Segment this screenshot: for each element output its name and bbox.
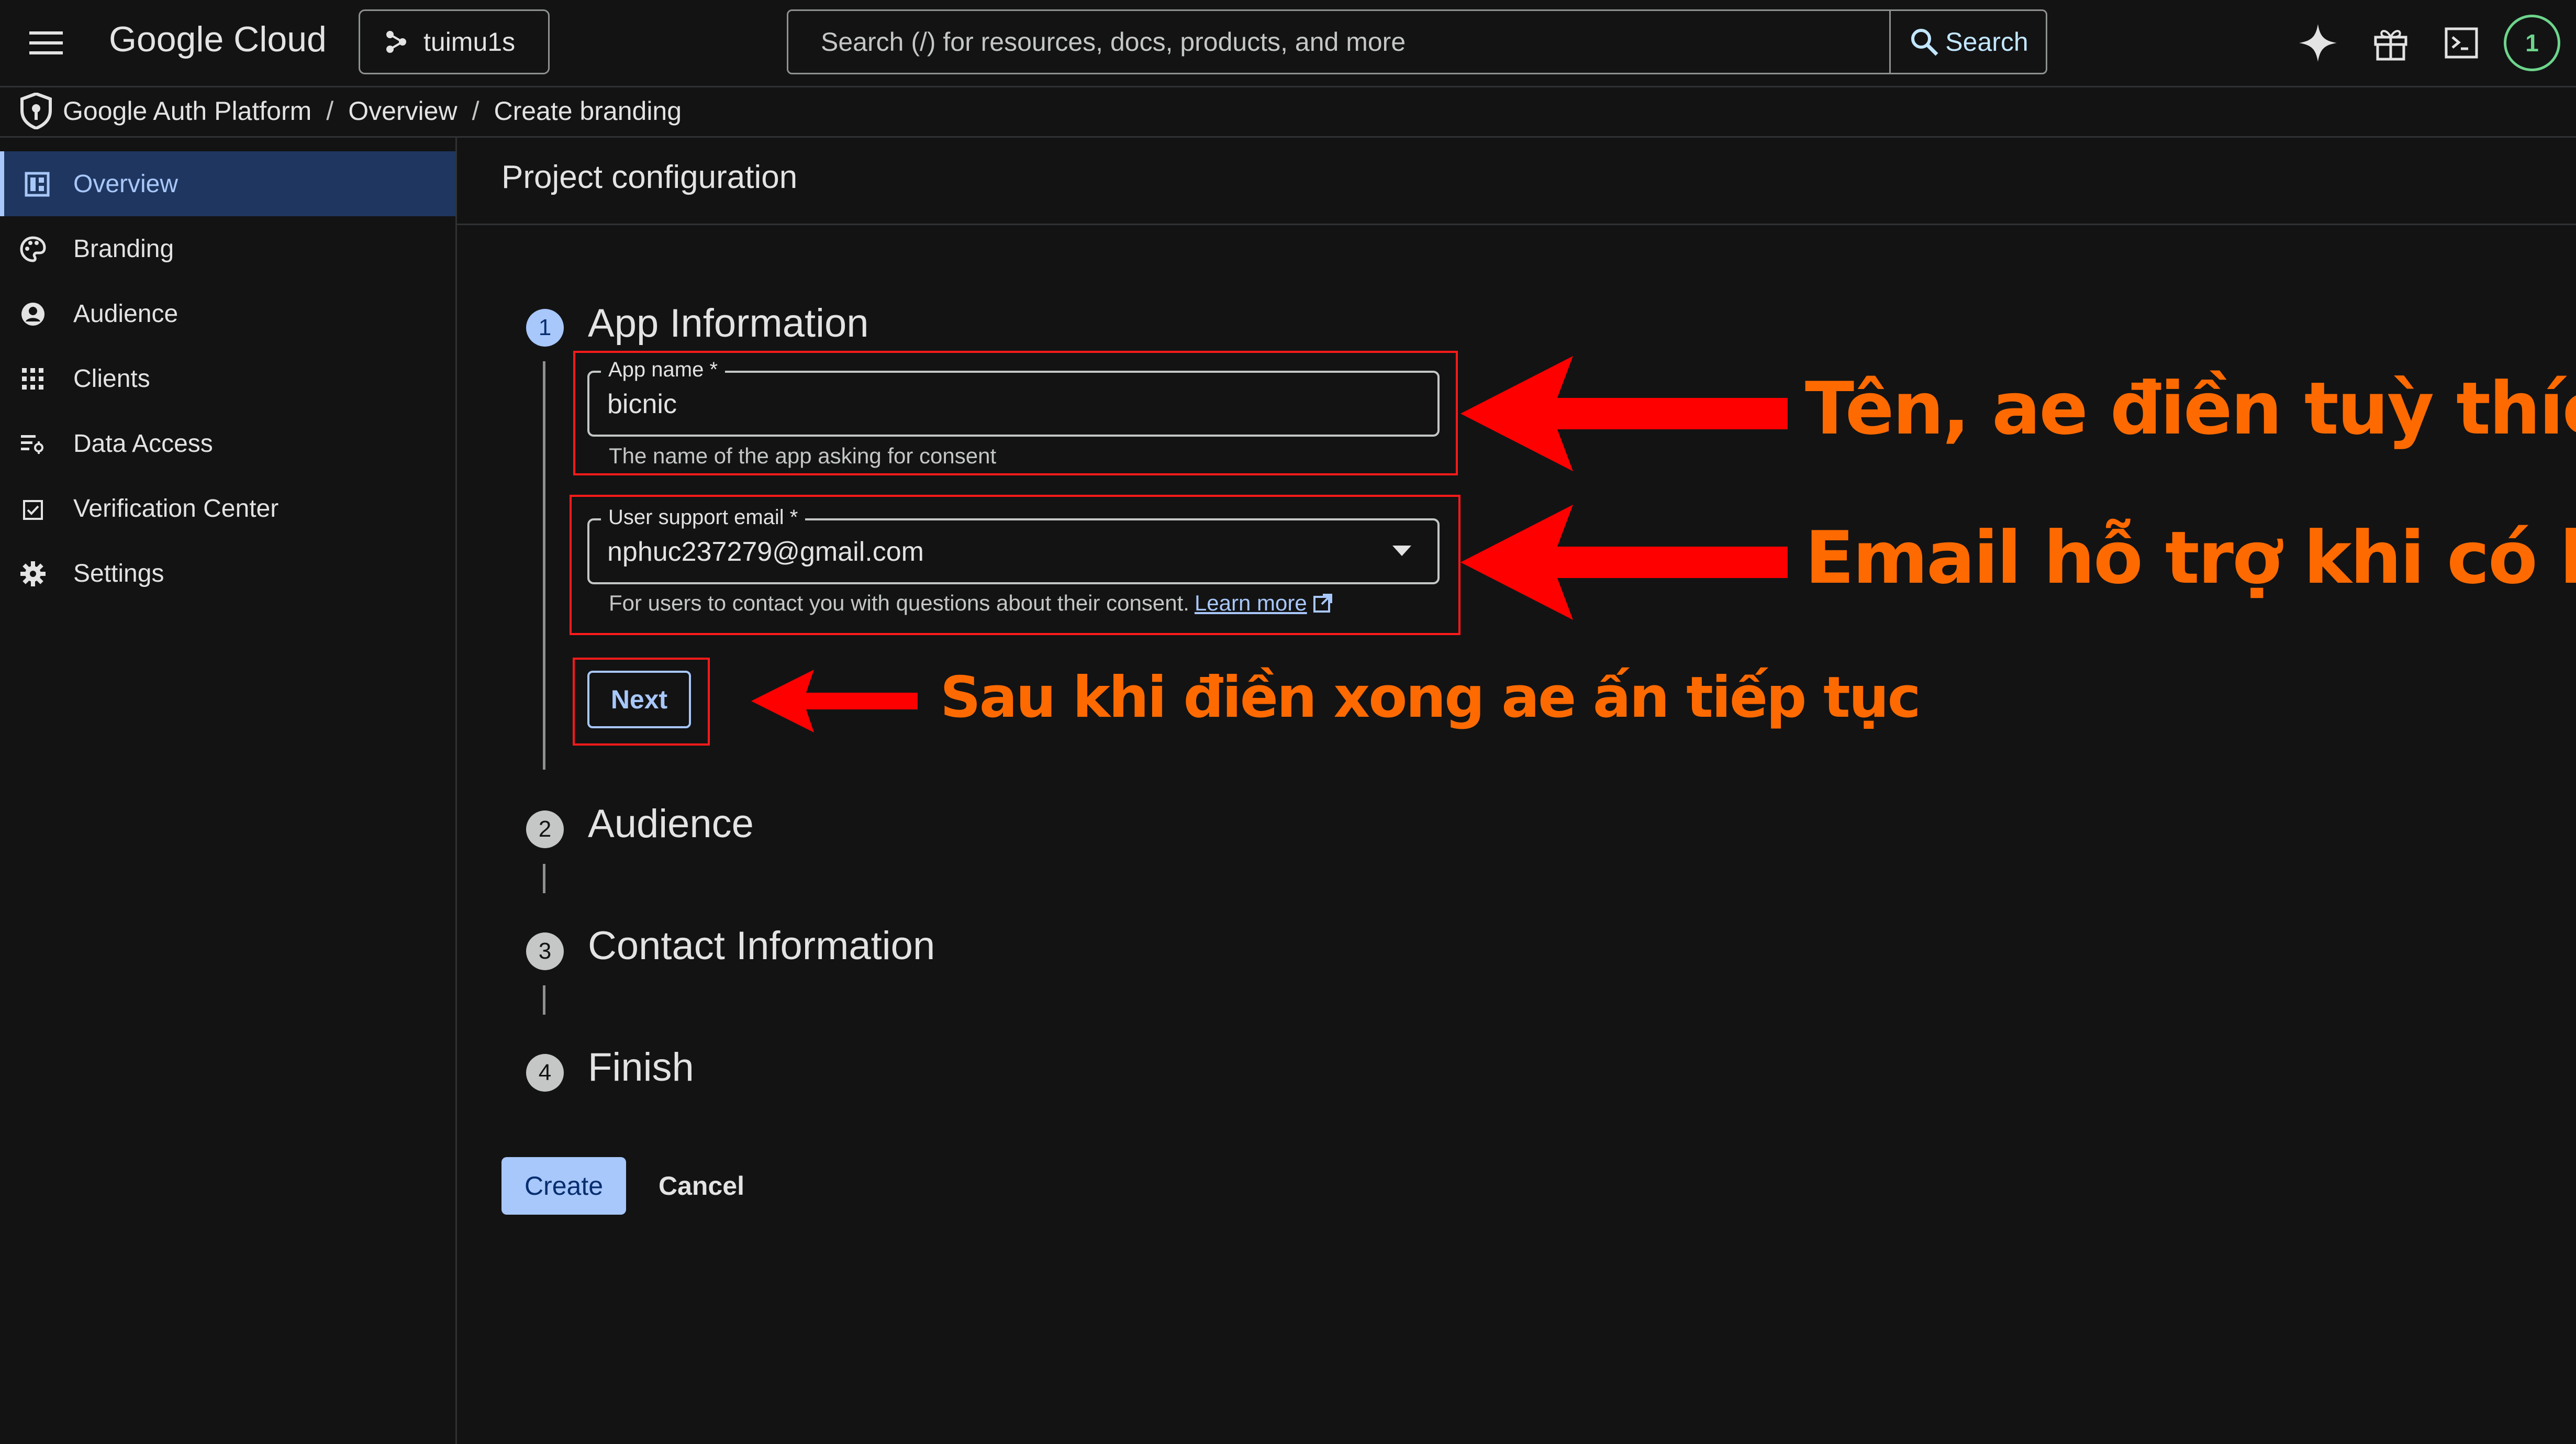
highlight-box-app-name [573,351,1458,475]
gemini-sparkle-icon[interactable] [2297,22,2339,64]
cloud-shell-icon[interactable] [2440,22,2482,64]
search-icon [1910,27,1939,57]
create-button[interactable]: Create [501,1157,626,1215]
sidebar-item-label: Data Access [73,429,213,458]
sidebar-item-label: Overview [73,170,179,198]
search-button-label: Search [1945,27,2028,57]
palette-icon [20,236,46,262]
verified-icon [20,496,46,522]
step-title-contact-information[interactable]: Contact Information [588,923,935,969]
step-title-audience[interactable]: Audience [588,801,754,847]
top-bar: Google Cloud tuimu1s Search (/) for reso… [0,0,2576,87]
search-input[interactable]: Search (/) for resources, docs, products… [787,9,2047,74]
search-placeholder: Search (/) for resources, docs, products… [821,27,1406,57]
dashboard-icon [24,171,50,197]
sidebar: Overview Branding Audience Clients Data … [0,138,457,1444]
project-name: tuimu1s [423,27,516,57]
sidebar-item-label: Clients [73,364,150,393]
annotation-email: Email hỗ trợ khi có lỗi [1805,516,2576,600]
data-access-icon [20,431,46,457]
step-number-2: 2 [526,810,564,848]
step-connector [543,361,545,770]
sidebar-item-data-access[interactable]: Data Access [0,411,455,476]
search-button[interactable]: Search [1889,11,2047,73]
account-avatar[interactable]: 1 [2504,15,2560,71]
arrow-left-icon [1460,356,1790,471]
arrow-left-icon [751,670,919,732]
sidebar-item-settings[interactable]: Settings [0,541,455,606]
step-title-app-information[interactable]: App Information [588,301,869,346]
person-icon [20,301,46,327]
sidebar-item-verification-center[interactable]: Verification Center [0,476,455,541]
breadcrumb-separator: / [472,96,479,126]
breadcrumb-separator: / [326,96,334,126]
sidebar-item-label: Settings [73,559,164,587]
step-title-finish[interactable]: Finish [588,1045,694,1090]
step-connector [543,864,545,893]
google-cloud-logo[interactable]: Google Cloud [109,19,327,60]
project-picker-button[interactable]: tuimu1s [359,9,550,74]
breadcrumb-item-auth-platform[interactable]: Google Auth Platform [63,96,311,126]
sidebar-item-clients[interactable]: Clients [0,346,455,411]
arrow-left-icon [1460,505,1790,620]
breadcrumb: Google Auth Platform / Overview / Create… [0,86,2576,138]
gear-icon [20,561,46,587]
cancel-button[interactable]: Cancel [654,1157,749,1215]
page-title: Project configuration [501,159,798,195]
shield-icon [20,93,52,129]
sidebar-item-audience[interactable]: Audience [0,281,455,346]
page-header: Project configuration [457,138,2576,225]
step-connector [543,985,545,1015]
project-icon [384,29,409,54]
step-number-3: 3 [526,932,564,970]
gift-icon[interactable] [2370,22,2412,64]
step-number-4: 4 [526,1054,564,1092]
avatar-count: 1 [2525,29,2539,57]
menu-icon[interactable] [27,26,65,60]
sidebar-item-branding[interactable]: Branding [0,216,455,281]
sidebar-item-label: Audience [73,299,179,328]
sidebar-item-overview[interactable]: Overview [0,151,455,216]
sidebar-item-label: Verification Center [73,494,279,523]
grid-icon [20,366,46,392]
annotation-next: Sau khi điền xong ae ấn tiếp tục [940,665,1921,730]
breadcrumb-item-overview[interactable]: Overview [348,96,457,126]
breadcrumb-item-create-branding: Create branding [494,96,682,126]
highlight-box-support-email [570,495,1460,635]
highlight-box-next [573,658,710,746]
sidebar-item-label: Branding [73,235,174,263]
step-number-1: 1 [526,309,564,347]
annotation-name: Tên, ae điền tuỳ thích [1805,366,2576,451]
